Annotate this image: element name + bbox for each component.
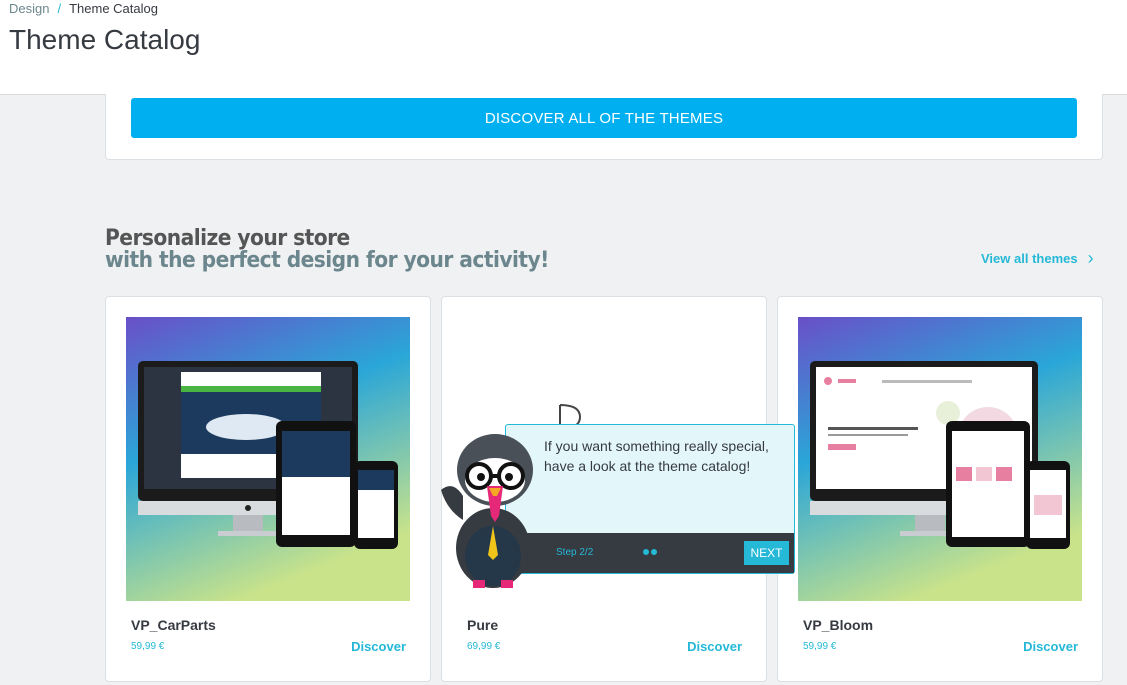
page-title: Theme Catalog <box>9 24 201 55</box>
theme-name: VP_CarParts <box>131 617 216 633</box>
theme-card-carparts: VP_CarParts 59,99 € Discover <box>105 296 431 682</box>
breadcrumb-current: Theme Catalog <box>69 1 158 16</box>
theme-name: VP_Bloom <box>803 617 874 633</box>
discover-theme-button[interactable]: Discover <box>351 639 406 654</box>
discover-theme-button[interactable]: Discover <box>687 639 742 654</box>
breadcrumb: Design / Theme Catalog <box>9 1 158 16</box>
onboarding-progress <box>643 549 657 555</box>
theme-price: 59,99 € <box>131 641 165 652</box>
view-all-themes-link[interactable]: View all themes › <box>981 248 1094 269</box>
next-button[interactable]: NEXT <box>744 541 789 565</box>
page-header: Design / Theme Catalog Theme Catalog <box>0 0 1127 95</box>
onboarding-tooltip: If you want something really special, ha… <box>505 424 795 574</box>
progress-dot <box>643 549 649 555</box>
chevron-right-icon: › <box>1087 248 1094 268</box>
theme-price: 69,99 € <box>467 641 501 652</box>
progress-dot <box>651 549 657 555</box>
breadcrumb-design-link[interactable]: Design <box>9 1 49 16</box>
discover-card: DISCOVER ALL OF THE THEMES <box>105 94 1103 160</box>
onboarding-message: If you want something really special, ha… <box>544 438 769 474</box>
onboarding-footer: Step 2/2 NEXT <box>506 533 794 573</box>
theme-name: Pure <box>467 617 499 633</box>
breadcrumb-separator: / <box>57 1 62 16</box>
theme-card-bloom: VP_Bloom 59,99 € Discover <box>777 296 1103 682</box>
theme-thumbnail[interactable] <box>798 317 1082 601</box>
discover-theme-button[interactable]: Discover <box>1023 639 1078 654</box>
theme-price: 59,99 € <box>803 641 837 652</box>
onboarding-step: Step 2/2 <box>556 547 594 558</box>
discover-all-themes-button[interactable]: DISCOVER ALL OF THE THEMES <box>131 98 1077 138</box>
promo-subheading: with the perfect design for your activit… <box>105 248 549 273</box>
theme-thumbnail[interactable] <box>126 317 410 601</box>
view-all-themes-label: View all themes <box>981 251 1078 266</box>
puffin-mascot-icon <box>433 430 548 590</box>
